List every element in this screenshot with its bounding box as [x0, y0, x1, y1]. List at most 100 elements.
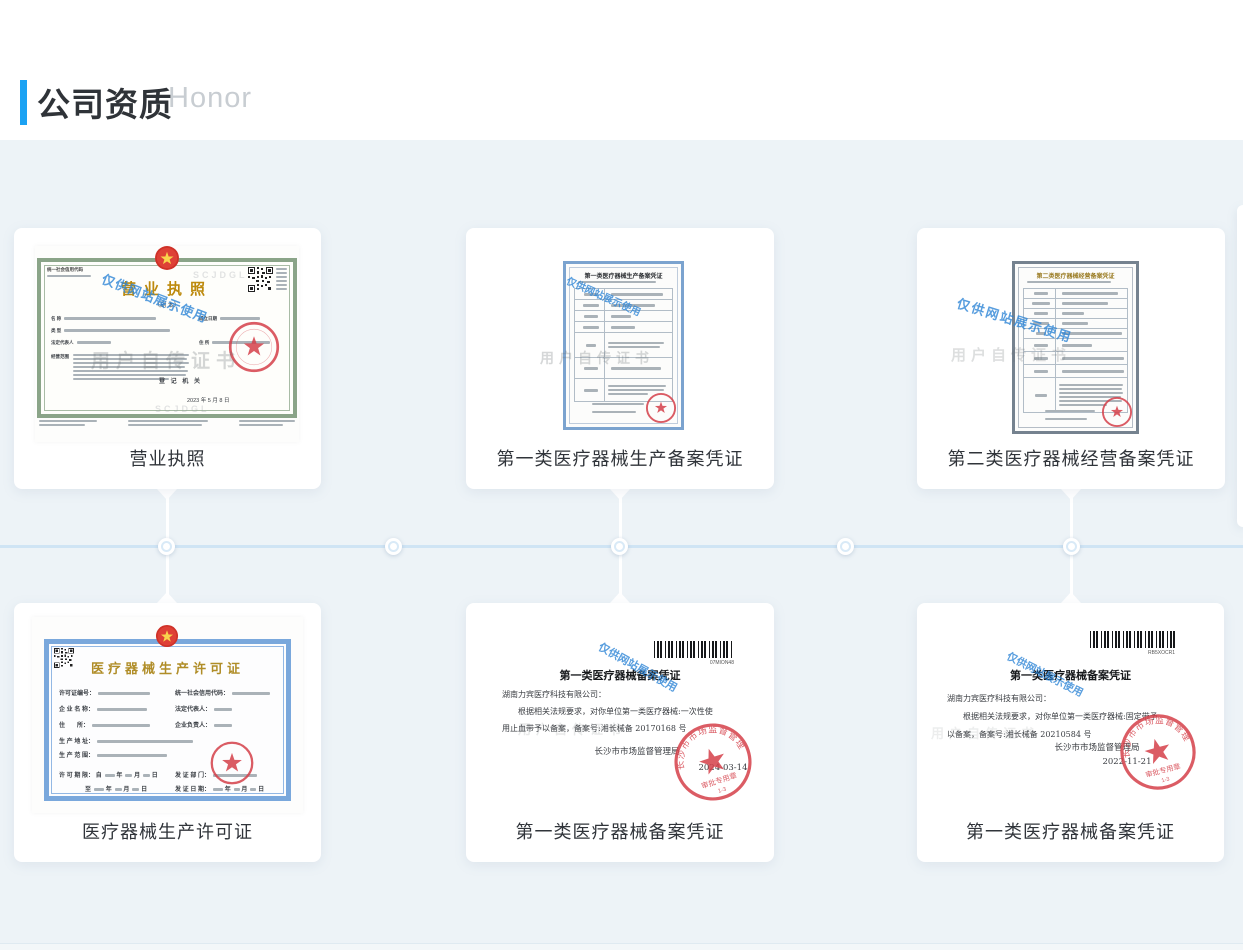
redacted-text-line: [73, 358, 187, 360]
redacted-text-line: [276, 276, 287, 278]
footnote-right: [239, 420, 295, 426]
label-prod-scope: 生 产 范 围：: [59, 753, 94, 759]
label-month: 月: [123, 787, 129, 793]
license-green-frame: 统一社会信用代码 营业执照 （副 本） 名 称 类 型 法定代表人 经营范围: [37, 258, 297, 418]
timeline-node: [611, 538, 628, 555]
timeline-node: [1063, 538, 1080, 555]
certificate-title: 第二类医疗器械经营备案凭证: [1015, 271, 1136, 280]
timeline-node: [837, 538, 854, 555]
date-line: [592, 411, 636, 413]
date-line: [1045, 418, 1087, 420]
card-pointer-down: [610, 489, 630, 500]
field-label-scope: 经营范围: [51, 354, 69, 380]
redacted-text-line: [39, 424, 85, 426]
body-line-1: 根据相关法规要求，对你单位第一类医疗器械:一次性使: [518, 706, 713, 717]
label-legal-rep: 法定代表人：: [175, 707, 211, 713]
certificate-card-class1-filing-2024[interactable]: 07MION48 第一类医疗器械备案凭证 湖南力宾医疗科技有限公司： 根据相关法…: [466, 603, 774, 862]
micro-text-block: [276, 268, 287, 290]
certificate-table: [1023, 288, 1128, 413]
certificate-card-class2-operation-filing[interactable]: 第二类医疗器械经营备案凭证 仅供网站展示使用 用户自传证书 第二类医疗: [917, 228, 1225, 489]
redacted-text-line: [128, 420, 208, 422]
redacted-text-line: [39, 420, 97, 422]
card-caption: 第一类医疗器械备案凭证: [917, 818, 1224, 844]
redacted-text-line: [77, 341, 111, 344]
license-subtitle: （副 本）: [41, 300, 293, 309]
redacted-text-line: [73, 366, 185, 368]
card-pointer-up: [157, 592, 177, 603]
footnote-left: [39, 420, 97, 426]
label-month: 月: [134, 773, 140, 779]
filing-number-line: [1027, 281, 1111, 283]
timeline-node: [158, 538, 175, 555]
redacted-text-line: [1027, 281, 1111, 283]
filing-certificate-image: 第二类医疗器械经营备案凭证: [1012, 261, 1139, 434]
redacted-text-line: [1059, 388, 1122, 390]
national-emblem-icon: [154, 244, 180, 272]
issuer-line: [592, 403, 644, 405]
redacted-text-line: [276, 284, 287, 286]
national-emblem-icon: [155, 623, 179, 649]
certificate-card-business-license[interactable]: 统一社会信用代码 营业执照 （副 本） 名 称 类 型 法定代表人 经营范围: [14, 228, 321, 489]
barcode-icon: [654, 641, 734, 658]
redacted-text-line: [608, 385, 666, 387]
redacted-text-line: [73, 362, 189, 364]
field-label-established: 成立日期: [199, 316, 217, 321]
card-pointer-up: [1061, 592, 1081, 603]
field-label-address: 住 所: [199, 340, 209, 345]
credit-code-label: 统一社会信用代码: [47, 267, 83, 273]
label-to: 至: [85, 787, 91, 793]
redacted-text-line: [1045, 418, 1087, 420]
business-license-image: 统一社会信用代码 营业执照 （副 本） 名 称 类 型 法定代表人 经营范围: [35, 246, 299, 442]
redacted-text-line: [239, 420, 295, 422]
redacted-text-line: [276, 272, 287, 274]
certificate-card-class1-filing-2022[interactable]: RB5XOCR1 第一类医疗器械备案凭证 湖南力宾医疗科技有限公司： 根据相关法…: [917, 603, 1224, 862]
label-manager: 企业负责人：: [175, 723, 211, 729]
label-issue-dept: 发 证 部 门：: [175, 773, 210, 779]
barcode-icon: [1090, 631, 1175, 648]
certificate-card-class1-production-filing[interactable]: 第一类医疗器械生产备案凭证 仅供网站展示使用 用户自传证书 第一类医疗器械生产备…: [466, 228, 774, 489]
production-license-image: 医疗器械生产许可证 许可证编号： 统一社会信用代码： 企 业 名 称： 法定代表…: [32, 617, 303, 813]
certificate-title: 第一类医疗器械生产备案凭证: [566, 271, 681, 280]
redacted-text-line: [276, 280, 287, 282]
label-month: 月: [241, 787, 247, 793]
label-address: 住 所：: [59, 723, 89, 729]
filing-certificate-image: 第一类医疗器械生产备案凭证: [563, 261, 684, 430]
label-year: 年: [116, 773, 122, 779]
label-day: 日: [152, 773, 158, 779]
redacted-text-line: [592, 403, 644, 405]
license-footnotes: [39, 420, 295, 426]
seal-number-text: 1-3: [717, 787, 727, 795]
card-caption: 医疗器械生产许可证: [14, 818, 321, 844]
card-caption: 第一类医疗器械备案凭证: [466, 818, 774, 844]
registration-seal-icon: [227, 320, 281, 374]
footnote-center: [128, 420, 208, 426]
redacted-text-line: [47, 275, 91, 277]
redacted-text-line: [592, 411, 636, 413]
redacted-text-line: [73, 378, 169, 380]
page-title: 公司资质: [37, 78, 173, 126]
partial-next-card: [1237, 205, 1243, 527]
redacted-text-line: [608, 342, 664, 344]
body-line-2: 以备案，备案号:湘长械备 20210584 号: [947, 729, 1092, 740]
field-label-type: 类 型: [51, 328, 61, 333]
label-from: 自: [96, 773, 102, 779]
redacted-text-line: [1059, 384, 1123, 386]
barcode-label: 07MION48: [654, 660, 734, 666]
addressee-line: 湖南力宾医疗科技有限公司：: [502, 689, 606, 700]
redacted-text-line: [578, 281, 656, 283]
field-label-legal-rep: 法定代表人: [51, 340, 74, 345]
card-pointer-down: [157, 489, 177, 500]
certificate-card-production-license[interactable]: 医疗器械生产许可证 许可证编号： 统一社会信用代码： 企 业 名 称： 法定代表…: [14, 603, 321, 862]
filing-number-line: [578, 281, 656, 283]
redacted-text-line: [1059, 404, 1107, 406]
redacted-text-line: [1059, 392, 1123, 394]
qr-code-icon: [248, 267, 273, 292]
redacted-text-line: [64, 317, 156, 320]
page-subtitle: Honor: [168, 82, 252, 115]
filing-seal-icon: [1101, 396, 1133, 428]
redacted-text-line: [128, 424, 202, 426]
label-prod-address: 生 产 地 址：: [59, 739, 94, 745]
redacted-text-line: [608, 346, 660, 348]
card-pointer-up: [610, 592, 630, 603]
certificate-table: [574, 288, 673, 402]
